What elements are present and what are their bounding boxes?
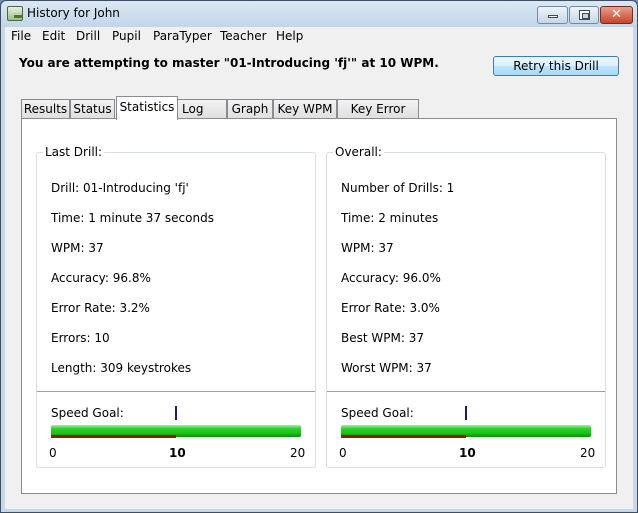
overall-error-rate: Error Rate: 3.0% [341,301,440,315]
tick-goal: 10 [169,446,186,460]
app-window: History for John ✕ File Edit Drill Pupil… [0,0,638,513]
last-drill-wpm: WPM: 37 [51,241,104,255]
goal-marker [175,406,177,420]
tick-min: 0 [49,446,57,460]
speed-goal-bar [51,425,301,439]
menu-help[interactable]: Help [276,29,303,43]
tab-graph[interactable]: Graph [227,99,273,119]
menu-paratyper[interactable]: ParaTyper [153,29,212,43]
goal-marker [465,406,467,420]
menu-teacher[interactable]: Teacher [220,29,267,43]
overall-group: Overall: Number of Drills: 1 Time: 2 min… [326,145,606,468]
speed-goal-bar [341,425,591,439]
menu-edit[interactable]: Edit [42,29,65,43]
divider [327,391,605,392]
client-area: File Edit Drill Pupil ParaTyper Teacher … [5,27,633,509]
close-icon: ✕ [611,7,622,22]
last-drill-length: Length: 309 keystrokes [51,361,192,375]
last-drill-accuracy: Accuracy: 96.8% [51,271,151,285]
speed-goal-range [51,435,176,438]
overall-title: Overall: [333,145,384,159]
overall-accuracy: Accuracy: 96.0% [341,271,441,285]
window-title: History for John [27,6,120,20]
menu-drill[interactable]: Drill [76,29,100,43]
last-drill-time: Time: 1 minute 37 seconds [51,211,214,225]
retry-drill-button[interactable]: Retry this Drill [493,56,619,76]
tick-goal: 10 [459,446,476,460]
last-drill-group: Last Drill: Drill: 01-Introducing 'fj' T… [36,145,316,468]
minimize-button[interactable] [537,6,568,24]
last-drill-name: Drill: 01-Introducing 'fj' [51,181,189,195]
statistics-panel: Last Drill: Drill: 01-Introducing 'fj' T… [21,118,617,494]
tab-results[interactable]: Results [21,99,70,119]
minimize-icon [548,15,558,18]
tab-log[interactable]: Log [177,99,227,119]
menu-file[interactable]: File [11,29,31,43]
maximize-icon [579,10,590,20]
overall-worst-wpm: Worst WPM: 37 [341,361,432,375]
tab-key-error-rate[interactable]: Key Error Rate [337,99,419,134]
tick-max: 20 [290,446,306,460]
mastery-headline: You are attempting to master "01-Introdu… [19,56,439,70]
app-icon [7,6,23,21]
tab-key-wpm[interactable]: Key WPM [273,99,337,119]
title-bar[interactable]: History for John ✕ [1,1,637,27]
tab-status[interactable]: Status [70,99,115,119]
tab-statistics[interactable]: Statistics [116,96,178,120]
overall-drill-count: Number of Drills: 1 [341,181,455,195]
maximize-button[interactable] [569,6,599,24]
overall-time: Time: 2 minutes [341,211,439,225]
speed-goal-label: Speed Goal: [51,406,124,420]
menu-pupil[interactable]: Pupil [112,29,141,43]
overall-best-wpm: Best WPM: 37 [341,331,424,345]
close-button[interactable]: ✕ [600,6,633,24]
last-drill-errors: Errors: 10 [51,331,110,345]
speed-goal-range [341,435,466,438]
last-drill-title: Last Drill: [43,145,105,159]
speed-goal-label: Speed Goal: [341,406,414,420]
divider [37,391,315,392]
tick-min: 0 [339,446,347,460]
menu-bar: File Edit Drill Pupil ParaTyper Teacher … [5,27,633,45]
tick-max: 20 [580,446,596,460]
last-drill-error-rate: Error Rate: 3.2% [51,301,150,315]
overall-wpm: WPM: 37 [341,241,394,255]
